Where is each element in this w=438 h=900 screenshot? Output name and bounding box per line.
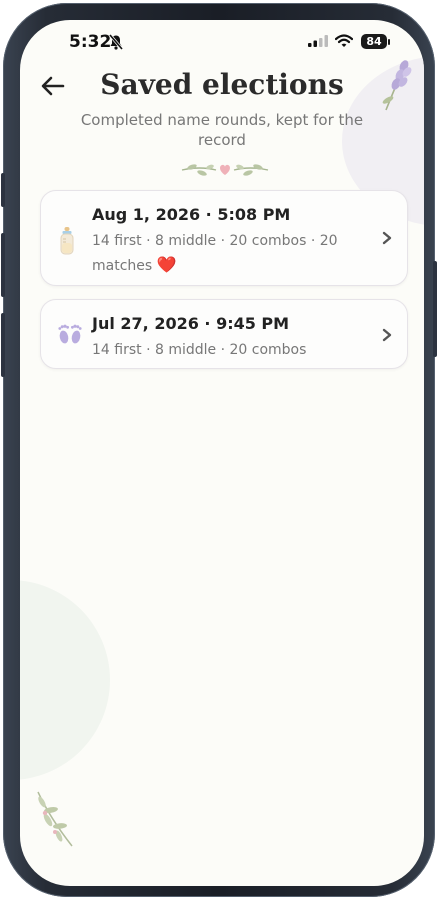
baby-bottle-icon — [60, 227, 74, 255]
heart-icon: ❤️ — [156, 255, 177, 274]
battery-indicator: 84 — [361, 34, 387, 49]
chevron-right-icon — [382, 231, 392, 245]
mute-switch — [1, 173, 5, 207]
baby-footprints-icon — [58, 324, 82, 344]
bell-muted-icon — [109, 34, 123, 50]
power-button — [433, 261, 437, 357]
decor-blob-bottom — [20, 580, 110, 780]
page-title: Saved elections — [100, 68, 344, 101]
floral-divider-icon — [181, 164, 269, 176]
wifi-icon — [335, 34, 353, 47]
election-summary: 14 first · 8 middle · 20 combos · 20 mat… — [92, 229, 362, 278]
phone-frame: 5:32 84 Saved elections Completed name r… — [1, 3, 437, 897]
election-date: Jul 27, 2026 · 9:45 PM — [92, 314, 290, 333]
volume-up-button — [1, 233, 5, 297]
battery-cap — [388, 39, 390, 45]
election-card[interactable]: Aug 1, 2026 · 5:08 PM 14 first · 8 middl… — [40, 190, 408, 286]
cellular-signal-icon — [308, 35, 328, 47]
chevron-right-icon — [382, 328, 392, 342]
election-summary-text: 14 first · 8 middle · 20 combos — [92, 342, 307, 358]
app-screen: 5:32 84 Saved elections Completed name r… — [20, 20, 424, 886]
election-date: Aug 1, 2026 · 5:08 PM — [92, 205, 291, 224]
election-summary-text: 14 first · 8 middle · 20 combos · 20 mat… — [92, 233, 338, 274]
election-summary: 14 first · 8 middle · 20 combos — [92, 338, 362, 362]
status-time: 5:32 — [69, 32, 112, 52]
page-subtitle: Completed name rounds, kept for the reco… — [80, 111, 364, 149]
volume-down-button — [1, 313, 5, 377]
election-card[interactable]: Jul 27, 2026 · 9:45 PM 14 first · 8 midd… — [40, 299, 408, 369]
leaf-sprig-icon — [37, 791, 73, 847]
